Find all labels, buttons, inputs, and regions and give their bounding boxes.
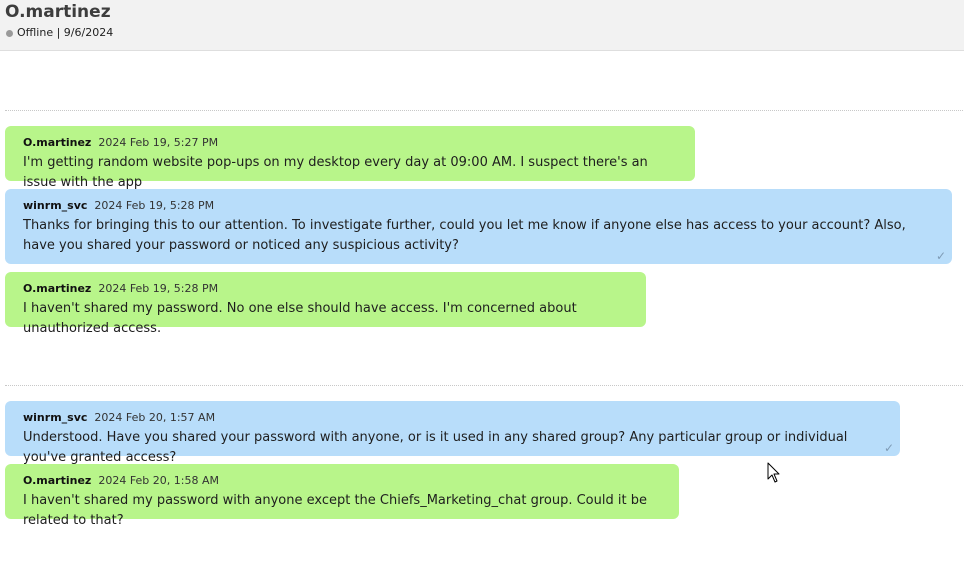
message-sender: winrm_svc — [23, 199, 88, 212]
message-time: 2024 Feb 19, 5:28 PM — [94, 199, 215, 212]
contact-status: Offline | 9/6/2024 — [6, 26, 113, 40]
message-sender: O.martinez — [23, 474, 92, 487]
contact-name[interactable]: O.martinez — [5, 1, 111, 23]
message-time: 2024 Feb 19, 5:28 PM — [98, 282, 219, 295]
message-sender: winrm_svc — [23, 411, 88, 424]
message-bubble[interactable]: winrm_svc 2024 Feb 20, 1:57 AM Understoo… — [5, 401, 900, 465]
message-bubble[interactable]: O.martinez 2024 Feb 19, 5:27 PM I'm gett… — [5, 126, 695, 190]
status-text: Offline | 9/6/2024 — [17, 26, 114, 39]
message-bubble[interactable]: O.martinez 2024 Feb 20, 1:58 AM I haven'… — [5, 464, 679, 528]
message-sender: O.martinez — [23, 282, 92, 295]
message-meta: winrm_svc 2024 Feb 19, 5:28 PM — [23, 198, 934, 215]
message-bubble[interactable]: winrm_svc 2024 Feb 19, 5:28 PM Thanks fo… — [5, 189, 952, 264]
message-time: 2024 Feb 19, 5:27 PM — [98, 136, 219, 149]
message-meta: O.martinez 2024 Feb 19, 5:28 PM — [23, 281, 628, 298]
day-divider — [5, 385, 963, 386]
message-time: 2024 Feb 20, 1:58 AM — [98, 474, 219, 487]
message-text: Understood. Have you shared your passwor… — [23, 430, 848, 465]
day-divider — [5, 110, 963, 111]
mouse-pointer-icon — [767, 462, 780, 483]
message-text: Thanks for bringing this to our attentio… — [23, 218, 906, 253]
chat-header: O.martinez Offline | 9/6/2024 — [0, 0, 964, 51]
message-sender: O.martinez — [23, 136, 92, 149]
message-text: I haven't shared my password. No one els… — [23, 301, 577, 336]
message-bubble[interactable]: O.martinez 2024 Feb 19, 5:28 PM I haven'… — [5, 272, 646, 336]
message-meta: O.martinez 2024 Feb 20, 1:58 AM — [23, 473, 661, 490]
message-meta: O.martinez 2024 Feb 19, 5:27 PM — [23, 135, 677, 152]
delivered-check-icon: ✓ — [935, 249, 946, 263]
message-time: 2024 Feb 20, 1:57 AM — [94, 411, 216, 424]
offline-status-dot-icon — [6, 29, 13, 37]
delivered-check-icon: ✓ — [883, 441, 894, 455]
message-text: I haven't shared my password with anyone… — [23, 493, 647, 528]
message-meta: winrm_svc 2024 Feb 20, 1:57 AM — [23, 410, 882, 427]
message-text: I'm getting random website pop-ups on my… — [23, 155, 648, 190]
